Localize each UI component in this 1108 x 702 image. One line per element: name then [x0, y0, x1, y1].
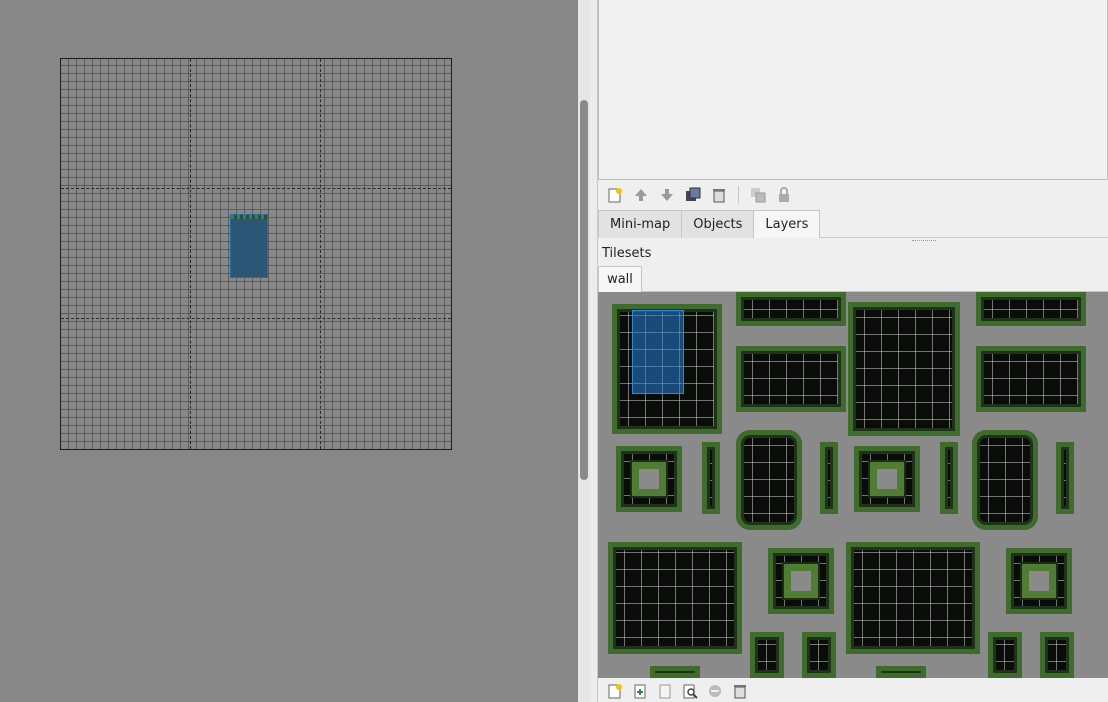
edit-terrain-icon[interactable] [704, 680, 726, 702]
tab-layers[interactable]: Layers [753, 210, 821, 238]
tile-wall-partial-bottom[interactable] [650, 666, 700, 678]
tile-wall-ring-medium-hole [784, 564, 818, 598]
tile-wall-partial-bottom-2[interactable] [876, 666, 926, 678]
tileset-view[interactable] [598, 292, 1108, 678]
tile-wall-ring-hole-2 [870, 462, 904, 496]
lower-layer-icon[interactable] [656, 184, 678, 206]
map-canvas[interactable] [60, 58, 452, 450]
grid-line-h1 [61, 188, 451, 189]
map-editor-view[interactable] [0, 0, 578, 702]
tileset-tab-bar: wall [598, 264, 1108, 292]
tile-selection-highlight[interactable] [632, 310, 684, 394]
tile-wall-edge-right-2[interactable] [1056, 442, 1074, 514]
panel-splitter[interactable] [578, 0, 598, 702]
map-scrollbar[interactable] [578, 0, 590, 702]
tile-wall-ring-medium-hole-2 [1022, 564, 1056, 598]
dock-drag-handle[interactable] [912, 240, 936, 243]
tile-wall-corner-top-2[interactable] [976, 292, 1086, 326]
tile-wall-room-wide-2[interactable] [846, 542, 980, 654]
tileset-toolbar [598, 680, 1108, 702]
tile-wall-stub-left[interactable] [750, 632, 784, 678]
tile-wall-stub-left-2[interactable] [988, 632, 1022, 678]
layers-list[interactable] [598, 0, 1108, 180]
tile-wall-corner-top[interactable] [736, 292, 846, 326]
raise-layer-icon[interactable] [630, 184, 652, 206]
placed-tile-selection[interactable] [230, 214, 268, 278]
tile-wall-ring-hole [632, 462, 666, 496]
new-layer-icon[interactable] [604, 184, 626, 206]
tab-objects[interactable]: Objects [681, 210, 755, 238]
duplicate-layer-icon[interactable] [682, 184, 704, 206]
grid-line-v2 [320, 59, 321, 449]
tile-wall-octagon[interactable] [736, 430, 802, 530]
grid-line-v1 [190, 59, 191, 449]
remove-tileset-icon[interactable] [729, 680, 751, 702]
right-dock-panel: Mini-map Objects Layers Tilesets wall [598, 0, 1108, 702]
import-tileset-icon[interactable] [629, 680, 651, 702]
tile-wall-room-large-2[interactable] [848, 302, 960, 436]
tileset-properties-icon[interactable] [679, 680, 701, 702]
grid-line-h2 [61, 318, 451, 319]
tile-wall-edge-left-2[interactable] [940, 442, 958, 514]
tile-wall-octagon-2[interactable] [972, 430, 1038, 530]
tile-wall-room-wide[interactable] [608, 542, 742, 654]
dock-tab-bar: Mini-map Objects Layers [598, 210, 1108, 238]
tab-wall[interactable]: wall [598, 266, 642, 292]
toolbar-separator [738, 186, 739, 204]
export-tileset-icon[interactable] [654, 680, 676, 702]
tilesets-panel-title: Tilesets [602, 246, 652, 261]
layer-toolbar [598, 180, 1108, 210]
tile-wall-stub-right[interactable] [802, 632, 836, 678]
tile-wall-edge-left[interactable] [702, 442, 720, 514]
tile-wall-stub-right-2[interactable] [1040, 632, 1074, 678]
new-tileset-icon[interactable] [604, 680, 626, 702]
tab-mini-map[interactable]: Mini-map [598, 210, 683, 238]
tile-wall-arch-2[interactable] [976, 346, 1086, 412]
show-other-layers-icon[interactable] [747, 184, 769, 206]
delete-layer-icon[interactable] [708, 184, 730, 206]
lock-layer-icon[interactable] [773, 184, 795, 206]
tile-wall-edge-right[interactable] [820, 442, 838, 514]
tile-wall-arch[interactable] [736, 346, 846, 412]
app-window: Mini-map Objects Layers Tilesets wall [0, 0, 1108, 702]
scrollbar-thumb[interactable] [580, 100, 588, 480]
